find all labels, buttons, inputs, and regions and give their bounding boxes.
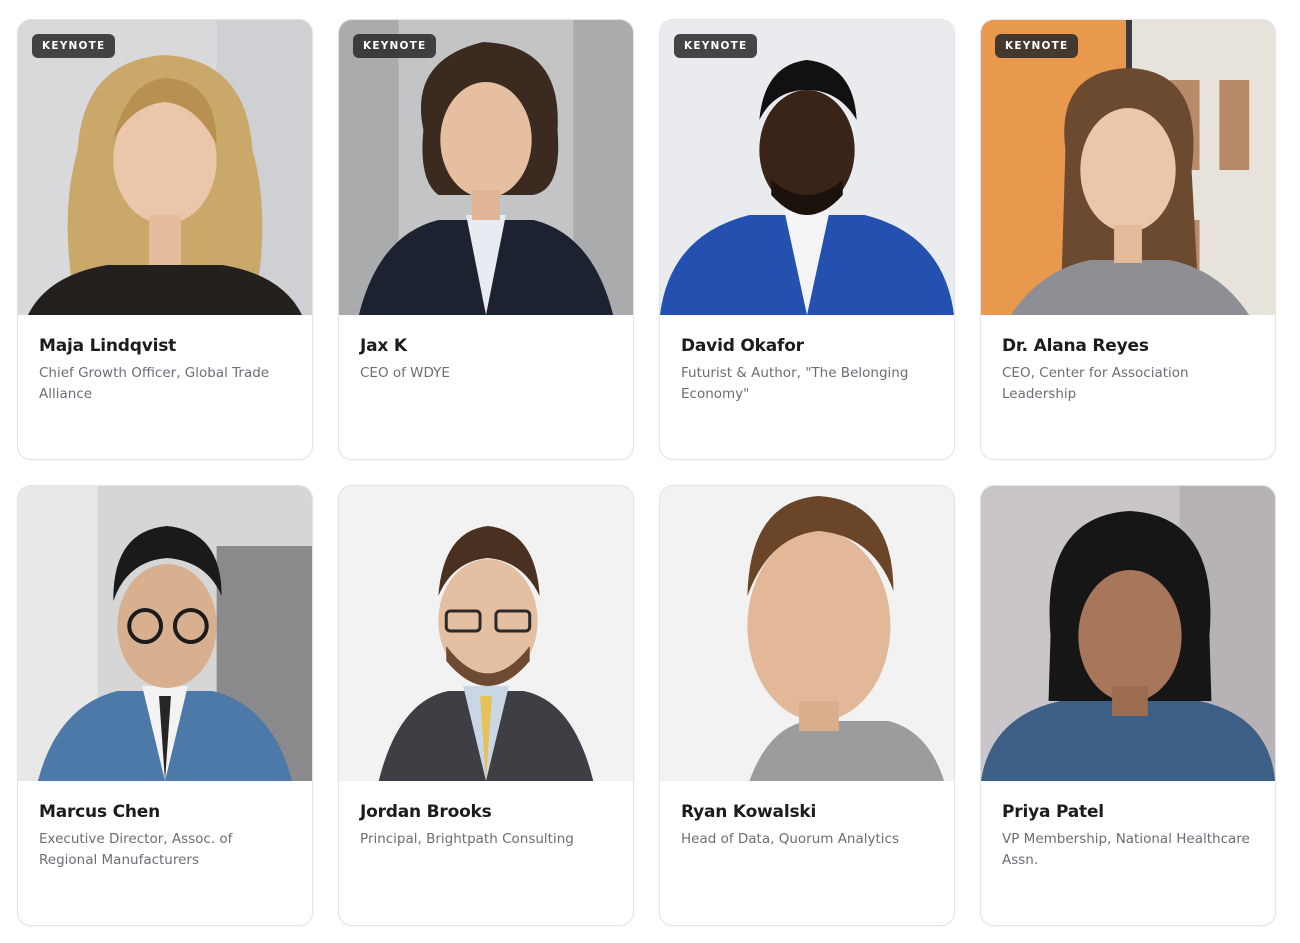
- keynote-badge: KEYNOTE: [995, 34, 1079, 58]
- speaker-card[interactable]: KEYNOTE Maja Lindqvist Chief Growth Offi…: [17, 19, 313, 460]
- speaker-card[interactable]: Ryan Kowalski Head of Data, Quorum Analy…: [659, 485, 955, 926]
- speaker-card[interactable]: Marcus Chen Executive Director, Assoc. o…: [17, 485, 313, 926]
- speaker-photo: KEYNOTE: [18, 20, 312, 315]
- speaker-photo: [18, 486, 312, 781]
- speaker-photo: KEYNOTE: [981, 20, 1275, 315]
- speaker-name: David Okafor: [681, 336, 804, 356]
- speaker-title: VP Membership, National Healthcare Assn.: [1002, 831, 1250, 868]
- keynote-badge: KEYNOTE: [353, 34, 437, 58]
- speaker-title: CEO, Center for Association Leadership: [1002, 365, 1189, 402]
- speaker-card[interactable]: KEYNOTE David Okafor Futurist & Author, …: [659, 19, 955, 460]
- speaker-photo: KEYNOTE: [339, 20, 633, 315]
- speaker-title: Executive Director, Assoc. of Regional M…: [39, 831, 233, 868]
- speaker-photo: [339, 486, 633, 781]
- speaker-title: CEO of WDYE: [360, 365, 450, 381]
- speaker-title: Principal, Brightpath Consulting: [360, 831, 574, 847]
- speaker-title: Head of Data, Quorum Analytics: [681, 831, 900, 847]
- speaker-card[interactable]: Jordan Brooks Principal, Brightpath Cons…: [338, 485, 634, 926]
- speaker-card[interactable]: KEYNOTE Dr. Alana Reyes CEO, Center for …: [980, 19, 1276, 460]
- speaker-photo: [981, 486, 1275, 781]
- keynote-badge: KEYNOTE: [32, 34, 116, 58]
- speaker-name: Dr. Alana Reyes: [1002, 336, 1149, 356]
- speaker-title: Chief Growth Officer, Global Trade Allia…: [39, 365, 270, 402]
- speaker-card[interactable]: KEYNOTE Jax K CEO of WDYE: [338, 19, 634, 460]
- speaker-photo: KEYNOTE: [660, 20, 954, 315]
- keynote-badge: KEYNOTE: [674, 34, 758, 58]
- speaker-card[interactable]: Priya Patel VP Membership, National Heal…: [980, 485, 1276, 926]
- speaker-name: Ryan Kowalski: [681, 802, 817, 822]
- speaker-name: Jordan Brooks: [360, 802, 492, 822]
- speaker-name: Priya Patel: [1002, 802, 1104, 822]
- speaker-title: Futurist & Author, "The Belonging Econom…: [681, 365, 909, 402]
- speaker-photo: [660, 486, 954, 781]
- speaker-name: Marcus Chen: [39, 802, 161, 822]
- speaker-name: Maja Lindqvist: [39, 336, 177, 356]
- speaker-grid: KEYNOTE Maja Lindqvist Chief Growth Offi…: [0, 0, 1300, 943]
- speaker-name: Jax K: [360, 336, 407, 356]
